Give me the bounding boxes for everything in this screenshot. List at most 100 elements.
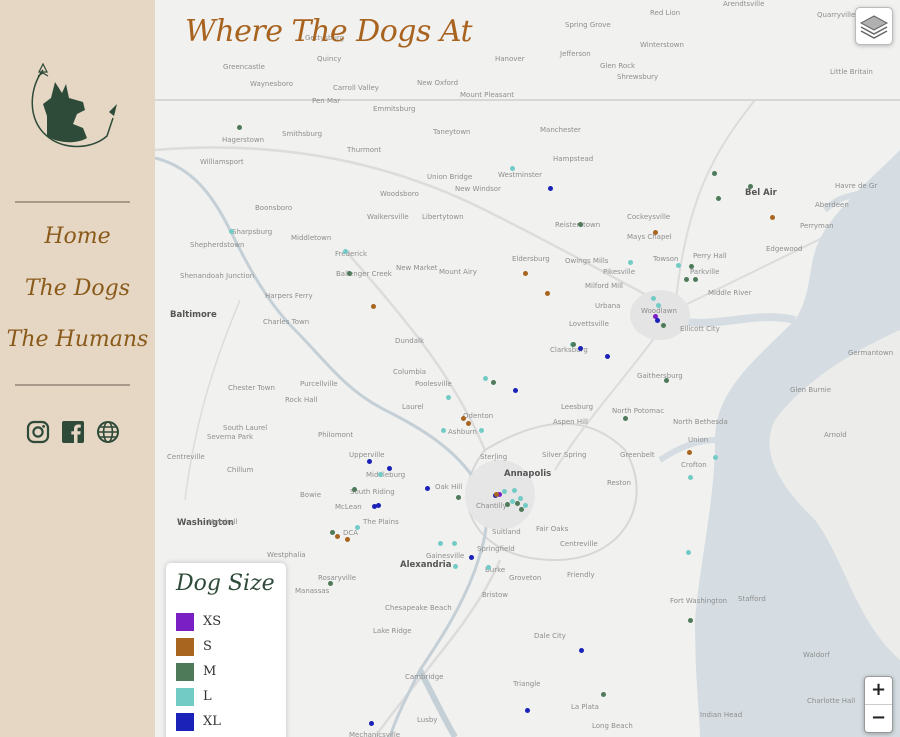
dog-marker[interactable] bbox=[687, 617, 693, 623]
place-label: Lusby bbox=[417, 716, 438, 724]
dog-marker[interactable] bbox=[604, 353, 610, 359]
zoom-in-button[interactable]: + bbox=[865, 677, 892, 704]
dog-marker[interactable] bbox=[460, 415, 466, 421]
dog-marker[interactable] bbox=[512, 387, 518, 393]
dog-marker[interactable] bbox=[478, 427, 484, 433]
layers-icon bbox=[859, 15, 889, 39]
sidebar: Home The Dogs The Humans bbox=[0, 0, 155, 737]
dog-marker[interactable] bbox=[445, 394, 451, 400]
nav-dogs-link[interactable]: The Dogs bbox=[0, 276, 155, 301]
nav-humans-link[interactable]: The Humans bbox=[0, 327, 155, 352]
dog-marker[interactable] bbox=[675, 262, 681, 268]
dog-marker[interactable] bbox=[424, 485, 430, 491]
dog-marker[interactable] bbox=[485, 564, 491, 570]
dog-marker[interactable] bbox=[342, 248, 348, 254]
dog-marker[interactable] bbox=[451, 540, 457, 546]
dog-marker[interactable] bbox=[578, 647, 584, 653]
legend-title: Dog Size bbox=[176, 571, 275, 596]
dog-marker[interactable] bbox=[509, 498, 515, 504]
dog-marker[interactable] bbox=[465, 420, 471, 426]
place-label: Ballenger Creek bbox=[336, 270, 392, 278]
map-view[interactable]: Arendtsville Spring Grove Red Lion Quarryvi… bbox=[155, 0, 900, 737]
layers-button[interactable] bbox=[855, 7, 893, 45]
dog-marker[interactable] bbox=[663, 377, 669, 383]
dog-marker[interactable] bbox=[366, 458, 372, 464]
dog-marker[interactable] bbox=[683, 276, 689, 282]
instagram-icon[interactable] bbox=[26, 420, 50, 444]
dog-marker[interactable] bbox=[711, 170, 717, 176]
place-label: Little Britain bbox=[830, 68, 873, 76]
dog-marker[interactable] bbox=[354, 524, 360, 530]
place-label: Upperville bbox=[349, 451, 385, 459]
dog-size-legend: Dog Size XS S M L XL bbox=[166, 563, 286, 737]
dog-marker[interactable] bbox=[509, 165, 515, 171]
dog-marker[interactable] bbox=[236, 124, 242, 130]
dog-marker[interactable] bbox=[654, 317, 660, 323]
dog-marker[interactable] bbox=[524, 707, 530, 713]
dog-marker[interactable] bbox=[570, 341, 576, 347]
dog-marker[interactable] bbox=[688, 263, 694, 269]
dog-marker[interactable] bbox=[769, 214, 775, 220]
dog-marker[interactable] bbox=[329, 529, 335, 535]
place-label: Silver Spring bbox=[542, 451, 587, 459]
place-label: Edgewood bbox=[766, 245, 803, 253]
dog-marker[interactable] bbox=[692, 276, 698, 282]
place-label: Pikesville bbox=[603, 268, 636, 276]
dog-marker[interactable] bbox=[452, 563, 458, 569]
dog-marker[interactable] bbox=[747, 183, 753, 189]
dog-marker[interactable] bbox=[377, 471, 383, 477]
dog-marker[interactable] bbox=[344, 536, 350, 542]
dog-marker[interactable] bbox=[715, 195, 721, 201]
dog-marker[interactable] bbox=[650, 295, 656, 301]
place-label: Mount Airy bbox=[439, 268, 477, 276]
place-label: Rock Hall bbox=[285, 396, 318, 404]
dog-marker[interactable] bbox=[490, 379, 496, 385]
dog-marker[interactable] bbox=[346, 270, 352, 276]
dog-marker[interactable] bbox=[493, 491, 499, 497]
dog-marker[interactable] bbox=[522, 502, 528, 508]
place-label: Arnold bbox=[824, 431, 847, 439]
dog-marker[interactable] bbox=[577, 221, 583, 227]
dog-marker[interactable] bbox=[652, 229, 658, 235]
dog-marker[interactable] bbox=[686, 449, 692, 455]
dog-marker[interactable] bbox=[334, 533, 340, 539]
dog-marker[interactable] bbox=[514, 500, 520, 506]
dog-marker[interactable] bbox=[627, 259, 633, 265]
dog-marker[interactable] bbox=[327, 580, 333, 586]
dog-marker[interactable] bbox=[544, 290, 550, 296]
dog-marker[interactable] bbox=[687, 474, 693, 480]
dog-marker[interactable] bbox=[577, 345, 583, 351]
place-label: Sharpsburg bbox=[232, 228, 273, 236]
dog-marker[interactable] bbox=[522, 270, 528, 276]
dog-marker[interactable] bbox=[547, 185, 553, 191]
dog-marker[interactable] bbox=[660, 322, 666, 328]
dog-marker[interactable] bbox=[600, 691, 606, 697]
dog-marker[interactable] bbox=[468, 554, 474, 560]
dog-marker[interactable] bbox=[517, 495, 523, 501]
zoom-out-button[interactable]: − bbox=[865, 704, 892, 732]
globe-icon[interactable] bbox=[96, 420, 120, 444]
dog-marker[interactable] bbox=[685, 549, 691, 555]
dog-marker[interactable] bbox=[655, 302, 661, 308]
dog-marker[interactable] bbox=[228, 228, 234, 234]
place-label: Bowie bbox=[300, 491, 322, 499]
place-label: Red Lion bbox=[650, 9, 681, 17]
nav-home-link[interactable]: Home bbox=[0, 224, 155, 249]
dog-marker[interactable] bbox=[622, 415, 628, 421]
dog-marker[interactable] bbox=[455, 494, 461, 500]
dog-marker[interactable] bbox=[351, 486, 357, 492]
dog-marker[interactable] bbox=[370, 303, 376, 309]
dog-marker[interactable] bbox=[504, 501, 510, 507]
dog-marker[interactable] bbox=[440, 427, 446, 433]
dog-marker[interactable] bbox=[437, 540, 443, 546]
dog-marker[interactable] bbox=[482, 375, 488, 381]
dog-marker[interactable] bbox=[501, 488, 507, 494]
dog-marker[interactable] bbox=[386, 465, 392, 471]
place-label: Centreville bbox=[167, 453, 205, 461]
dog-marker[interactable] bbox=[368, 720, 374, 726]
place-label: Lake Ridge bbox=[373, 627, 412, 635]
dog-marker[interactable] bbox=[371, 503, 377, 509]
dog-marker[interactable] bbox=[511, 487, 517, 493]
facebook-icon[interactable] bbox=[61, 420, 85, 444]
dog-marker[interactable] bbox=[712, 454, 718, 460]
